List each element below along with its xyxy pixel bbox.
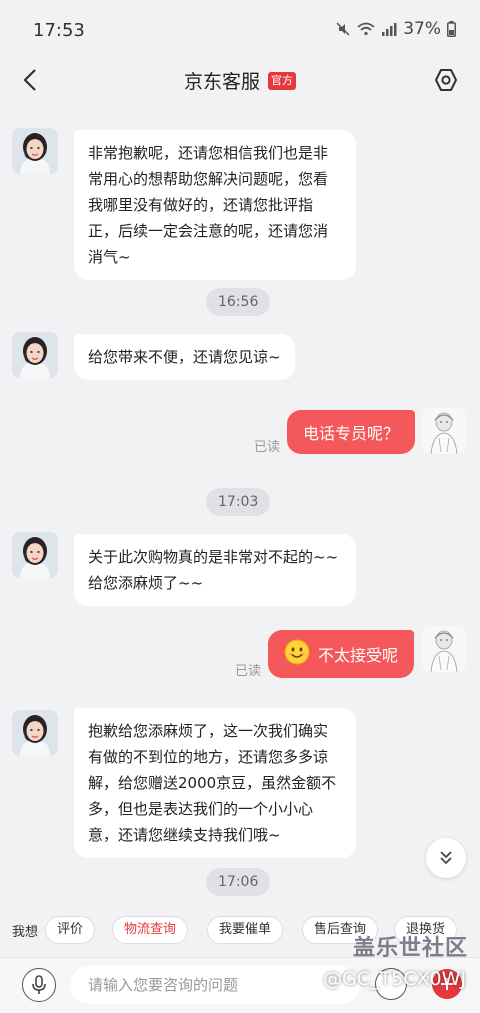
smile-emoji-icon <box>284 639 310 669</box>
voice-button[interactable] <box>22 968 56 1002</box>
agent-avatar-icon <box>12 332 58 378</box>
battery-percent: 37% <box>403 19 441 39</box>
nav-bar: 京东客服 官方 <box>0 58 480 102</box>
status-icons: 37% <box>335 19 456 39</box>
chat-area[interactable]: 非常抱歉呢，还请您相信我们也是非常用心的想帮助您解决问题呢，您看我哪里没有做好的… <box>0 102 480 900</box>
chip-return-exchange[interactable]: 退换货 <box>394 916 458 944</box>
wifi-icon <box>357 22 375 36</box>
microphone-icon <box>32 975 46 994</box>
chip-logistics[interactable]: 物流查询 <box>112 916 189 944</box>
signal-icon <box>381 22 397 36</box>
user-message[interactable]: 不太接受呢 <box>268 630 415 678</box>
agent-message[interactable]: 非常抱歉呢，还请您相信我们也是非常用心的想帮助您解决问题呢，您看我哪里没有做好的… <box>74 130 356 280</box>
page-title: 京东客服 官方 <box>0 67 480 94</box>
settings-hexagon-icon <box>435 69 457 91</box>
agent-avatar[interactable] <box>12 710 58 756</box>
agent-avatar[interactable] <box>12 128 58 174</box>
chip-urge-order[interactable]: 我要催单 <box>207 916 284 944</box>
page-title-text: 京东客服 <box>183 71 260 93</box>
user-avatar-icon <box>421 626 467 672</box>
message-input[interactable] <box>70 966 360 1004</box>
user-avatar[interactable] <box>421 626 467 672</box>
timestamp: 17:06 <box>206 868 271 896</box>
quick-action-label: 我想 <box>12 925 39 940</box>
agent-message[interactable]: 给您带来不便，还请您见谅~ <box>74 334 295 380</box>
quick-action-bar: 我想 评价 物流查询 我要催单 售后查询 退换货 <box>0 903 480 957</box>
plus-icon <box>441 978 453 990</box>
official-badge: 官方 <box>268 71 296 90</box>
chip-after-sales[interactable]: 售后查询 <box>302 916 379 944</box>
timestamp: 17:03 <box>206 488 271 516</box>
read-receipt: 已读 <box>235 664 262 679</box>
user-message-text: 不太接受呢 <box>318 646 399 665</box>
agent-avatar[interactable] <box>12 532 58 578</box>
status-time: 17:53 <box>33 20 85 41</box>
timestamp: 16:56 <box>206 288 271 316</box>
emoji-button[interactable] <box>375 968 407 1000</box>
user-avatar[interactable] <box>421 408 467 454</box>
agent-avatar-icon <box>12 532 58 578</box>
mute-icon <box>335 21 351 37</box>
agent-avatar[interactable] <box>12 332 58 378</box>
agent-message[interactable]: 关于此次购物真的是非常对不起的~~给您添麻烦了~~ <box>74 534 356 606</box>
agent-avatar-icon <box>12 128 58 174</box>
user-message[interactable]: 电话专员呢？ <box>287 410 416 454</box>
double-chevron-down-icon <box>440 851 452 865</box>
settings-button[interactable] <box>428 62 464 98</box>
user-message-text: 电话专员呢？ <box>303 424 400 443</box>
more-button[interactable] <box>432 969 462 999</box>
user-avatar-icon <box>421 408 467 454</box>
battery-icon <box>447 21 456 37</box>
scroll-to-bottom-button[interactable] <box>426 838 466 878</box>
agent-avatar-icon <box>12 710 58 756</box>
read-receipt: 已读 <box>254 440 281 455</box>
status-bar: 17:53 37% <box>0 0 480 58</box>
agent-message[interactable]: 抱歉给您添麻烦了，这一次我们确实有做的不到位的地方，还请您多多谅解，给您赠送20… <box>74 708 356 858</box>
input-bar <box>0 957 480 1013</box>
chip-review[interactable]: 评价 <box>45 916 96 944</box>
